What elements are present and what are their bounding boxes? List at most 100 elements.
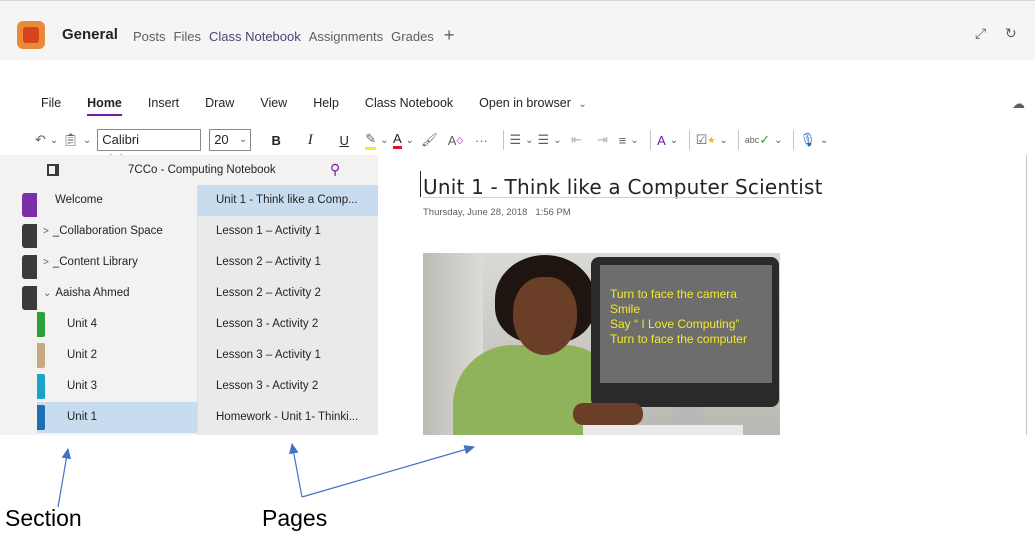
page-title[interactable]: Unit 1 - Think like a Computer Scientist: [423, 175, 823, 199]
search-icon[interactable]: ⚲: [330, 161, 340, 178]
photo-person-arm: [573, 403, 643, 425]
page-item[interactable]: Lesson 3 - Activity 2: [198, 371, 379, 402]
chevron-right-icon[interactable]: >: [43, 257, 49, 268]
channel-name: General: [62, 26, 118, 43]
text-cursor: [420, 171, 421, 197]
tag-icon[interactable]: ☑ ★ ⌄: [696, 128, 728, 152]
clear-formatting-icon[interactable]: A ◇: [445, 128, 467, 152]
page-date: Thursday, June 28, 2018: [423, 207, 528, 218]
font-color-icon[interactable]: A ⌄: [392, 128, 415, 152]
menu-open-in-browser[interactable]: Open in browser ⌄: [479, 96, 587, 110]
decrease-indent-icon[interactable]: ⇤: [566, 128, 588, 152]
bullets-icon[interactable]: ☰ ⌄: [510, 128, 534, 152]
section-collaboration-space[interactable]: > _Collaboration Space: [37, 216, 197, 247]
section-unit-1[interactable]: Unit 1: [37, 402, 197, 433]
tab-posts[interactable]: Posts: [133, 29, 166, 46]
menu-view[interactable]: View: [260, 96, 287, 110]
ribbon: File Home Insert Draw View Help Class No…: [0, 60, 1035, 167]
page-item[interactable]: Homework - Unit 1- Thinki...: [198, 402, 379, 433]
spelling-icon[interactable]: abc ✓ ⌄: [745, 128, 783, 152]
screen-line: Say “ I Love Computing”: [610, 317, 740, 331]
notebook-color-strip: [0, 185, 37, 435]
section-arrow: [57, 447, 72, 508]
section-list: Welcome > _Collaboration Space > _Content …: [37, 185, 197, 435]
monitor-screen: Turn to face the camera Smile Say “ I Lo…: [600, 265, 772, 383]
divider: [792, 130, 794, 150]
italic-button[interactable]: I: [299, 128, 321, 152]
screen-instructions: Turn to face the camera Smile Say “ I Lo…: [610, 287, 747, 347]
menu-insert[interactable]: Insert: [148, 96, 179, 110]
menu-home[interactable]: Home: [87, 96, 122, 116]
formatting-toolbar: ↶⌄ 📋︎⌄ Calibri Light⌄ 20⌄ B I U ✎⌄ A⌄ 🖌︎…: [35, 127, 832, 167]
align-icon[interactable]: ≡ ⌄: [618, 128, 640, 152]
page-item[interactable]: Unit 1 - Think like a Comp...: [198, 185, 379, 216]
divider: [649, 130, 651, 150]
pages-annotation-label: Pages: [262, 505, 328, 531]
page-item[interactable]: Lesson 1 – Activity 1: [198, 216, 379, 247]
page-canvas[interactable]: Unit 1 - Think like a Computer Scientist…: [378, 155, 1028, 435]
chevron-down-icon[interactable]: ⌄: [43, 288, 51, 299]
tab-assignments[interactable]: Assignments: [309, 29, 383, 46]
page-item[interactable]: Lesson 3 - Activity 2: [198, 309, 379, 340]
section-unit-2[interactable]: Unit 2: [37, 340, 197, 371]
section-annotation-label: Section: [5, 505, 82, 531]
section-welcome[interactable]: Welcome: [37, 185, 197, 216]
menu-draw[interactable]: Draw: [205, 96, 234, 110]
add-tab-button[interactable]: +: [444, 25, 455, 46]
font-size-select[interactable]: 20 ⌄: [209, 129, 252, 151]
menu-help[interactable]: Help: [313, 96, 339, 110]
format-painter-icon[interactable]: 🖌︎: [419, 128, 441, 152]
increase-indent-icon[interactable]: ⇥: [592, 128, 614, 152]
menu-file[interactable]: File: [41, 96, 61, 110]
highlight-icon[interactable]: ✎ ⌄: [365, 128, 389, 152]
notebook-title[interactable]: 7CCo - Computing Notebook: [128, 164, 276, 176]
page-timestamp: Thursday, June 28, 2018 1:56 PM: [423, 207, 571, 218]
notebook-navigation: 7CCo - Computing Notebook ⚲ Welcome > _Co…: [0, 155, 379, 435]
undo-icon[interactable]: ↶ ⌄: [35, 128, 58, 152]
vertical-scrollbar[interactable]: [1026, 155, 1035, 435]
dictate-icon[interactable]: 🎙︎ ⌄: [800, 128, 829, 152]
screen-line: Smile: [610, 302, 641, 316]
notebook-header: 7CCo - Computing Notebook ⚲: [37, 155, 378, 185]
tab-class-notebook[interactable]: Class Notebook: [208, 29, 301, 65]
divider: [688, 130, 690, 150]
underline-button[interactable]: U: [333, 128, 355, 152]
divider: [737, 130, 739, 150]
notebook-tab[interactable]: [22, 224, 37, 248]
tab-grades[interactable]: Grades: [391, 29, 434, 46]
more-options-icon[interactable]: ···: [471, 128, 493, 152]
page-item[interactable]: Lesson 2 – Activity 2: [198, 278, 379, 309]
page-time: 1:56 PM: [535, 207, 571, 218]
channel-tabs: Posts Files Class Notebook Assignments G…: [133, 25, 454, 65]
section-group-aaisha-ahmed[interactable]: ⌄ Aaisha Ahmed: [37, 278, 197, 309]
section-unit-3[interactable]: Unit 3: [37, 371, 197, 402]
paste-icon[interactable]: 📋︎ ⌄: [62, 128, 91, 152]
numbering-icon[interactable]: ☰ ⌄: [538, 128, 562, 152]
styles-icon[interactable]: A ⌄: [657, 128, 679, 152]
student-photo[interactable]: Turn to face the camera Smile Say “ I Lo…: [423, 253, 780, 435]
section-content-library[interactable]: > _Content Library: [37, 247, 197, 278]
page-content-arrow: [301, 445, 476, 498]
notebook-tab[interactable]: [22, 286, 37, 310]
ribbon-menu: File Home Insert Draw View Help Class No…: [41, 96, 613, 116]
screen-line: Turn to face the camera: [610, 287, 737, 301]
page-item[interactable]: Lesson 3 – Activity 1: [198, 340, 379, 371]
bold-button[interactable]: B: [265, 128, 287, 152]
team-logo-icon[interactable]: [17, 21, 45, 49]
notebook-tab[interactable]: [22, 193, 37, 217]
cloud-sync-icon[interactable]: ☁: [1012, 96, 1025, 112]
notebook-tab[interactable]: [22, 255, 37, 279]
page-item[interactable]: Lesson 2 – Activity 1: [198, 247, 379, 278]
tab-files[interactable]: Files: [174, 29, 201, 46]
menu-class-notebook[interactable]: Class Notebook: [365, 96, 453, 110]
chevron-down-icon: ⌄: [578, 99, 587, 110]
chevron-right-icon[interactable]: >: [43, 226, 49, 237]
screen-line: Turn to face the computer: [610, 332, 747, 346]
font-name-select[interactable]: Calibri Light⌄: [97, 129, 202, 167]
notebook-icon[interactable]: [47, 164, 59, 176]
expand-icon[interactable]: ⤢: [975, 25, 986, 42]
refresh-icon[interactable]: ↻: [1005, 25, 1017, 42]
photo-monitor: Turn to face the camera Smile Say “ I Lo…: [591, 257, 779, 407]
section-unit-4[interactable]: Unit 4: [37, 309, 197, 340]
photo-person-face: [513, 277, 577, 355]
